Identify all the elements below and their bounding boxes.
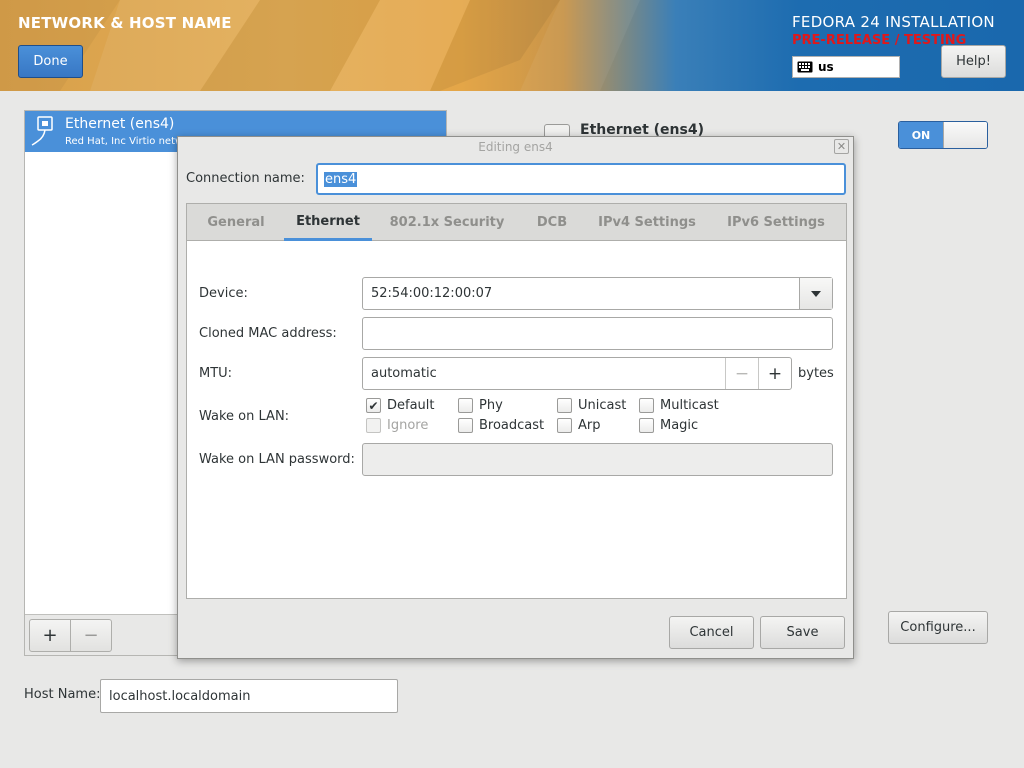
settings-notebook: General Ethernet 802.1x Security DCB IPv… bbox=[186, 203, 847, 599]
device-label: Device: bbox=[199, 286, 248, 301]
network-wired-icon bbox=[31, 116, 53, 146]
tab-ethernet[interactable]: Ethernet bbox=[284, 204, 372, 241]
add-device-button[interactable]: + bbox=[29, 619, 71, 652]
keyboard-layout-label: us bbox=[818, 60, 834, 74]
wol-default-label: Default bbox=[387, 398, 435, 413]
dialog-title: Editing ens4 bbox=[478, 140, 553, 154]
connection-name-value: ens4 bbox=[324, 171, 358, 187]
checkbox-box bbox=[639, 398, 654, 413]
switch-on-label: ON bbox=[899, 122, 943, 148]
mtu-spinbutton[interactable]: automatic − + bbox=[362, 357, 792, 390]
keyboard-layout-indicator[interactable]: us bbox=[792, 56, 900, 78]
tab-ipv4-settings[interactable]: IPv4 Settings bbox=[592, 204, 702, 241]
hostname-label: Host Name: bbox=[24, 687, 101, 702]
wake-on-lan-label: Wake on LAN: bbox=[199, 409, 290, 424]
checkbox-box bbox=[557, 418, 572, 433]
switch-knob bbox=[942, 122, 987, 148]
device-combo[interactable]: 52:54:00:12:00:07 bbox=[362, 277, 833, 310]
checkbox-box bbox=[639, 418, 654, 433]
device-on-off-switch[interactable]: ON bbox=[898, 121, 988, 149]
wol-password-label: Wake on LAN password: bbox=[199, 452, 355, 467]
wol-multicast-checkbox[interactable]: Multicast bbox=[639, 398, 719, 413]
wol-phy-checkbox[interactable]: Phy bbox=[458, 398, 503, 413]
connection-name-input[interactable]: ens4 bbox=[316, 163, 846, 195]
wol-magic-label: Magic bbox=[660, 418, 699, 433]
mtu-value: automatic bbox=[371, 366, 437, 381]
cloned-mac-label: Cloned MAC address: bbox=[199, 326, 337, 341]
wol-magic-checkbox[interactable]: Magic bbox=[639, 418, 698, 433]
mtu-decrement-button[interactable]: − bbox=[725, 358, 758, 389]
close-icon[interactable]: ✕ bbox=[834, 139, 849, 154]
wol-broadcast-label: Broadcast bbox=[479, 418, 545, 433]
tab-dcb[interactable]: DCB bbox=[527, 204, 577, 241]
prerelease-warning: PRE-RELEASE / TESTING bbox=[792, 33, 967, 48]
wol-password-input bbox=[362, 443, 833, 476]
tab-general[interactable]: General bbox=[195, 204, 277, 241]
checkbox-box bbox=[557, 398, 572, 413]
spoke-title: NETWORK & HOST NAME bbox=[18, 14, 232, 32]
wol-broadcast-checkbox[interactable]: Broadcast bbox=[458, 418, 544, 433]
tab-8021x-security[interactable]: 802.1x Security bbox=[382, 204, 512, 241]
wol-arp-checkbox[interactable]: Arp bbox=[557, 418, 601, 433]
wol-multicast-label: Multicast bbox=[660, 398, 719, 413]
device-name: Ethernet (ens4) bbox=[65, 116, 175, 132]
cancel-button[interactable]: Cancel bbox=[669, 616, 754, 649]
configure-button[interactable]: Configure... bbox=[888, 611, 988, 644]
tab-bar: General Ethernet 802.1x Security DCB IPv… bbox=[187, 204, 846, 241]
wol-phy-label: Phy bbox=[479, 398, 503, 413]
wol-default-checkbox[interactable]: ✔ Default bbox=[366, 398, 435, 413]
checkbox-box bbox=[458, 398, 473, 413]
tab-ipv6-settings[interactable]: IPv6 Settings bbox=[720, 204, 832, 241]
keyboard-icon bbox=[797, 61, 813, 73]
mtu-unit-label: bytes bbox=[798, 366, 834, 381]
chevron-down-icon[interactable] bbox=[799, 278, 832, 309]
device-value: 52:54:00:12:00:07 bbox=[371, 286, 493, 301]
remove-device-button[interactable]: − bbox=[70, 619, 112, 652]
cloned-mac-input[interactable] bbox=[362, 317, 833, 350]
done-button[interactable]: Done bbox=[18, 45, 83, 78]
spoke-header: NETWORK & HOST NAME Done FEDORA 24 INSTA… bbox=[0, 0, 1024, 91]
help-button[interactable]: Help! bbox=[941, 45, 1006, 78]
save-button[interactable]: Save bbox=[760, 616, 845, 649]
wol-ignore-checkbox: Ignore bbox=[366, 418, 428, 433]
checkmark-icon: ✔ bbox=[366, 398, 381, 413]
hostname-input[interactable] bbox=[100, 679, 398, 713]
wol-unicast-checkbox[interactable]: Unicast bbox=[557, 398, 626, 413]
wol-ignore-label: Ignore bbox=[387, 418, 429, 433]
device-panel-icon bbox=[544, 124, 570, 136]
mtu-label: MTU: bbox=[199, 366, 233, 381]
wol-unicast-label: Unicast bbox=[578, 398, 627, 413]
checkbox-box bbox=[458, 418, 473, 433]
installation-title: FEDORA 24 INSTALLATION bbox=[792, 13, 995, 31]
connection-name-label: Connection name: bbox=[186, 171, 305, 186]
checkbox-box bbox=[366, 418, 381, 433]
wol-arp-label: Arp bbox=[578, 418, 601, 433]
mtu-increment-button[interactable]: + bbox=[758, 358, 791, 389]
editing-connection-dialog: Editing ens4 ✕ Connection name: ens4 Gen… bbox=[177, 136, 854, 659]
